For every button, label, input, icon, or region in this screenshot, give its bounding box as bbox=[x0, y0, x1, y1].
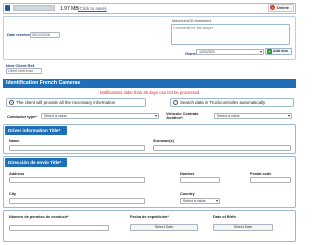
click-to-save-link[interactable]: (Click to save) bbox=[78, 6, 107, 11]
radio-option-search-label: Search data in Truckcontroller automatic… bbox=[180, 100, 266, 105]
chevron-down-icon: ▾ bbox=[154, 113, 157, 118]
name-label: Name bbox=[9, 139, 20, 143]
notice-text: Notifications older than 45 days can not… bbox=[99, 90, 201, 95]
vehicle-juridica-value: Select a value bbox=[217, 114, 240, 118]
issue-date-button[interactable]: Select Date bbox=[130, 224, 198, 231]
postal-code-label: Postal code bbox=[250, 172, 272, 176]
comments-hint: Maximum100 characters bbox=[172, 19, 212, 23]
radio-option-search[interactable]: Search data in Truckcontroller automatic… bbox=[170, 98, 294, 107]
conductor-type-select[interactable]: Select a value ▾ bbox=[41, 113, 159, 119]
delete-label: Delete bbox=[277, 5, 290, 10]
conductor-type-value: Select a value bbox=[44, 114, 67, 118]
owner-value: 12312321 bbox=[199, 50, 215, 54]
add-new-label: Add new bbox=[273, 49, 288, 53]
comments-textarea[interactable]: Comments for the lawyer bbox=[171, 24, 290, 45]
radio-option-client-label: The client will provide all the necessar… bbox=[16, 100, 116, 105]
delete-icon: × bbox=[270, 5, 275, 10]
chevron-down-icon: ▾ bbox=[287, 113, 290, 118]
city-label: City bbox=[9, 192, 17, 196]
radio-checked-icon[interactable] bbox=[9, 100, 14, 105]
section-title: Identification French Cameras bbox=[3, 79, 296, 88]
country-select[interactable]: Select a value ▾ bbox=[180, 198, 220, 204]
conductor-type-label: Conductor type*: bbox=[7, 115, 38, 119]
plus-icon: + bbox=[267, 49, 272, 54]
radio-unchecked-icon[interactable] bbox=[173, 100, 178, 105]
number-label: Number bbox=[180, 172, 195, 176]
permit-number-label: Número de permiso de conducir* bbox=[9, 215, 69, 219]
file-size: 1.97 MB bbox=[60, 6, 79, 12]
address-section-title: Dirección de envío Title* bbox=[5, 158, 67, 167]
country-label: Country bbox=[180, 192, 195, 196]
city-input[interactable] bbox=[9, 198, 145, 204]
postal-code-input[interactable] bbox=[250, 177, 291, 183]
number-input[interactable] bbox=[180, 177, 220, 183]
permit-number-input[interactable] bbox=[9, 225, 109, 231]
dob-label: Date of Birth bbox=[213, 215, 236, 219]
chevron-down-icon: ▾ bbox=[259, 49, 262, 54]
surname-label: Surname(s) bbox=[153, 139, 174, 143]
address-input[interactable] bbox=[9, 177, 145, 183]
file-name-field[interactable] bbox=[13, 5, 55, 11]
vehicle-juridica-label: Vehículo Contrato Jurídico*: bbox=[166, 112, 199, 120]
surname-input[interactable] bbox=[153, 145, 291, 151]
issue-date-label: Fecha de expedición* bbox=[130, 215, 169, 219]
name-input[interactable] bbox=[9, 145, 145, 151]
radio-option-client[interactable]: The client will provide all the necessar… bbox=[6, 98, 146, 107]
address-label: Address bbox=[9, 172, 25, 176]
file-icon bbox=[5, 5, 10, 11]
country-value: Select a value bbox=[183, 199, 206, 203]
owner-select[interactable]: 12312321 ▾ bbox=[196, 49, 264, 55]
dob-button[interactable]: Select Date bbox=[213, 224, 273, 231]
vehicle-juridica-select[interactable]: Select a value ▾ bbox=[214, 113, 292, 119]
client-ref-input[interactable]: Client reference bbox=[6, 68, 42, 74]
chevron-down-icon: ▾ bbox=[215, 198, 218, 203]
date-received-input[interactable]: 09/10/2016 bbox=[30, 32, 60, 38]
driver-section-title: Driver information Title* bbox=[5, 126, 67, 135]
